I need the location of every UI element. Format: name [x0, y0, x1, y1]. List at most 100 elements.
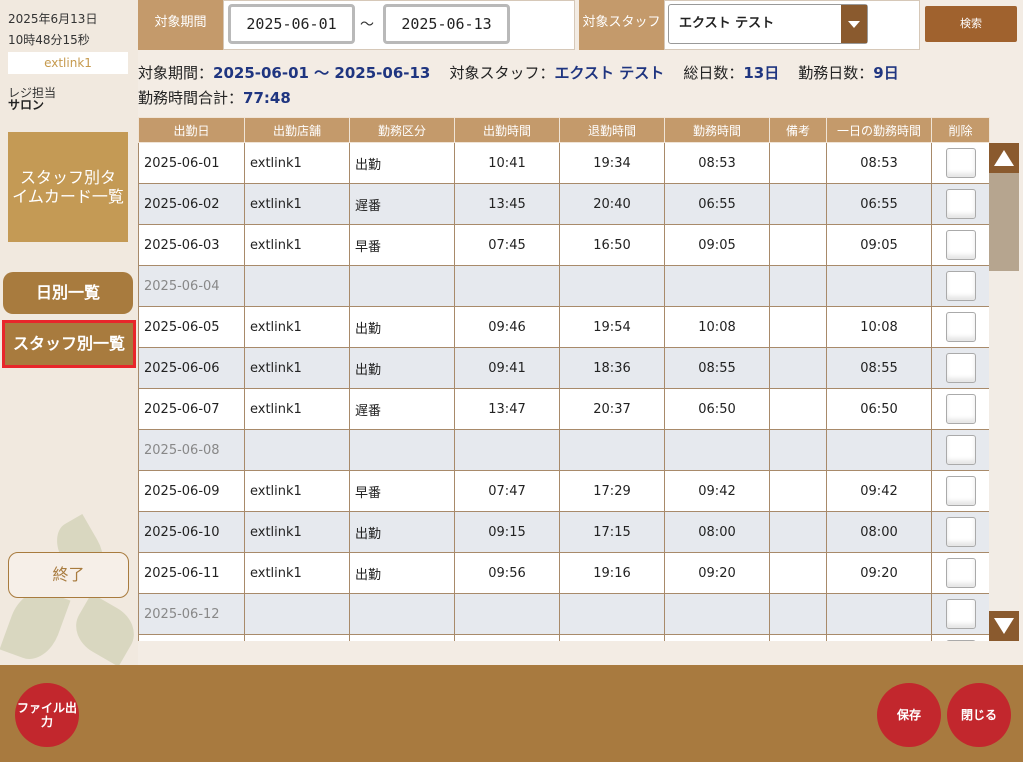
summary-staff-value: エクスト テスト — [554, 64, 665, 82]
delete-checkbox[interactable] — [945, 599, 976, 629]
cell-date: 2025-06-01 — [138, 142, 245, 184]
cell-store — [244, 265, 350, 307]
delete-checkbox[interactable] — [945, 558, 976, 588]
cell-clock-out: 18:36 — [559, 347, 665, 389]
cell-delete — [931, 552, 990, 594]
file-output-button[interactable]: ファイル出力 — [15, 683, 79, 747]
delete-checkbox[interactable] — [945, 517, 976, 547]
cell-note — [769, 552, 827, 594]
current-date: 2025年6月13日 — [8, 12, 98, 26]
table-row[interactable]: 2025-06-04 — [138, 265, 990, 307]
end-button[interactable]: 終了 — [8, 552, 129, 598]
current-time: 10時48分15秒 — [8, 33, 90, 47]
table-row[interactable]: 2025-06-10 extlink1 出勤 09:15 17:15 08:00 08:00 — [138, 511, 990, 553]
cell-clock-in — [454, 265, 560, 307]
cell-daily-total: 08:55 — [826, 347, 932, 389]
date-from-input[interactable]: 2025-06-01 — [228, 4, 355, 44]
search-button[interactable]: 検索 — [925, 6, 1017, 42]
table-row[interactable]: 2025-06-03 extlink1 早番 07:45 16:50 09:05 09:05 — [138, 224, 990, 266]
table-row[interactable]: 2025-06-01 extlink1 出勤 10:41 19:34 08:53 08:53 — [138, 142, 990, 184]
cell-note — [769, 593, 827, 635]
column-header[interactable]: 削除 — [931, 117, 990, 143]
cell-daily-total: 06:55 — [826, 183, 932, 225]
cell-clock-out: 19:16 — [559, 552, 665, 594]
table-row[interactable]: 2025-06-07 extlink1 遅番 13:47 20:37 06:50 06:50 — [138, 388, 990, 430]
chevron-down-icon[interactable] — [841, 5, 867, 43]
table-header-row: 出勤日 出勤店舗 勤務区分 出勤時間 退勤時間 勤務時間 備考 一日の勤務時間 … — [138, 117, 990, 143]
scroll-down-icon[interactable] — [989, 611, 1019, 641]
delete-checkbox[interactable] — [945, 189, 976, 219]
cell-delete — [931, 306, 990, 348]
cell-date: 2025-06-02 — [138, 183, 245, 225]
cell-delete — [931, 183, 990, 225]
cell-work-time — [664, 634, 770, 641]
scroll-up-icon[interactable] — [989, 143, 1019, 173]
cell-date: 2025-06-12 — [138, 593, 245, 635]
cell-shift: 出勤 — [349, 347, 455, 389]
cell-shift — [349, 593, 455, 635]
cell-work-time — [664, 593, 770, 635]
summary-total-hours-value: 77:48 — [243, 89, 291, 107]
close-button[interactable]: 閉じる — [947, 683, 1011, 747]
cell-daily-total: 09:42 — [826, 470, 932, 512]
delete-checkbox[interactable] — [945, 394, 976, 424]
column-header[interactable]: 出勤時間 — [454, 117, 560, 143]
table-row[interactable]: 2025-06-08 — [138, 429, 990, 471]
table-row[interactable]: 2025-06-11 extlink1 出勤 09:56 19:16 09:20 09:20 — [138, 552, 990, 594]
table-row[interactable]: 2025-06-06 extlink1 出勤 09:41 18:36 08:55 08:55 — [138, 347, 990, 389]
column-header[interactable]: 備考 — [769, 117, 827, 143]
cell-clock-in: 07:47 — [454, 470, 560, 512]
staff-list-button[interactable]: スタッフ別一覧 — [2, 320, 136, 368]
cell-shift: 早番 — [349, 224, 455, 266]
delete-checkbox[interactable] — [945, 353, 976, 383]
summary-total-hours-key: 勤務時間合計： — [138, 89, 244, 107]
scrollbar-thumb[interactable] — [989, 173, 1019, 271]
cell-note — [769, 265, 827, 307]
cell-clock-in: 07:45 — [454, 224, 560, 266]
cell-clock-in: 09:56 — [454, 552, 560, 594]
delete-checkbox[interactable] — [945, 435, 976, 465]
cell-shift — [349, 634, 455, 641]
table-row[interactable]: 2025-06-09 extlink1 早番 07:47 17:29 09:42 09:42 — [138, 470, 990, 512]
cell-work-time: 06:55 — [664, 183, 770, 225]
date-to-input[interactable]: 2025-06-13 — [383, 4, 510, 44]
cell-store: extlink1 — [244, 511, 350, 553]
column-header[interactable]: 勤務区分 — [349, 117, 455, 143]
cell-date: 2025-06-10 — [138, 511, 245, 553]
staff-select[interactable]: エクスト テスト — [668, 4, 868, 44]
table-row[interactable] — [138, 634, 990, 641]
cell-clock-in: 13:47 — [454, 388, 560, 430]
save-button[interactable]: 保存 — [877, 683, 941, 747]
cell-shift — [349, 429, 455, 471]
cell-daily-total — [826, 265, 932, 307]
store-name: extlink1 — [8, 52, 128, 74]
table-row[interactable]: 2025-06-05 extlink1 出勤 09:46 19:54 10:08 10:08 — [138, 306, 990, 348]
timecard-table: 出勤日 出勤店舗 勤務区分 出勤時間 退勤時間 勤務時間 備考 一日の勤務時間 … — [138, 117, 990, 641]
cell-shift: 出勤 — [349, 552, 455, 594]
daily-list-button[interactable]: 日別一覧 — [3, 272, 133, 314]
footer-bar — [0, 665, 1023, 762]
column-header[interactable]: 出勤日 — [138, 117, 245, 143]
column-header[interactable]: 退勤時間 — [559, 117, 665, 143]
delete-checkbox[interactable] — [945, 640, 976, 641]
column-header[interactable]: 勤務時間 — [664, 117, 770, 143]
cell-delete — [931, 224, 990, 266]
staff-timecard-list-button[interactable]: スタッフ別タイムカード一覧 — [8, 132, 128, 242]
cell-delete — [931, 634, 990, 641]
cell-delete — [931, 593, 990, 635]
delete-checkbox[interactable] — [945, 476, 976, 506]
delete-checkbox[interactable] — [945, 230, 976, 260]
cell-note — [769, 634, 827, 641]
table-row[interactable]: 2025-06-02 extlink1 遅番 13:45 20:40 06:55 06:55 — [138, 183, 990, 225]
cell-clock-in — [454, 634, 560, 641]
cell-clock-out — [559, 634, 665, 641]
delete-checkbox[interactable] — [945, 148, 976, 178]
cell-clock-in — [454, 593, 560, 635]
delete-checkbox[interactable] — [945, 312, 976, 342]
cell-clock-out — [559, 265, 665, 307]
column-header[interactable]: 出勤店舗 — [244, 117, 350, 143]
staff-label: 対象スタッフ — [579, 0, 664, 50]
column-header[interactable]: 一日の勤務時間 — [826, 117, 932, 143]
table-row[interactable]: 2025-06-12 — [138, 593, 990, 635]
delete-checkbox[interactable] — [945, 271, 976, 301]
